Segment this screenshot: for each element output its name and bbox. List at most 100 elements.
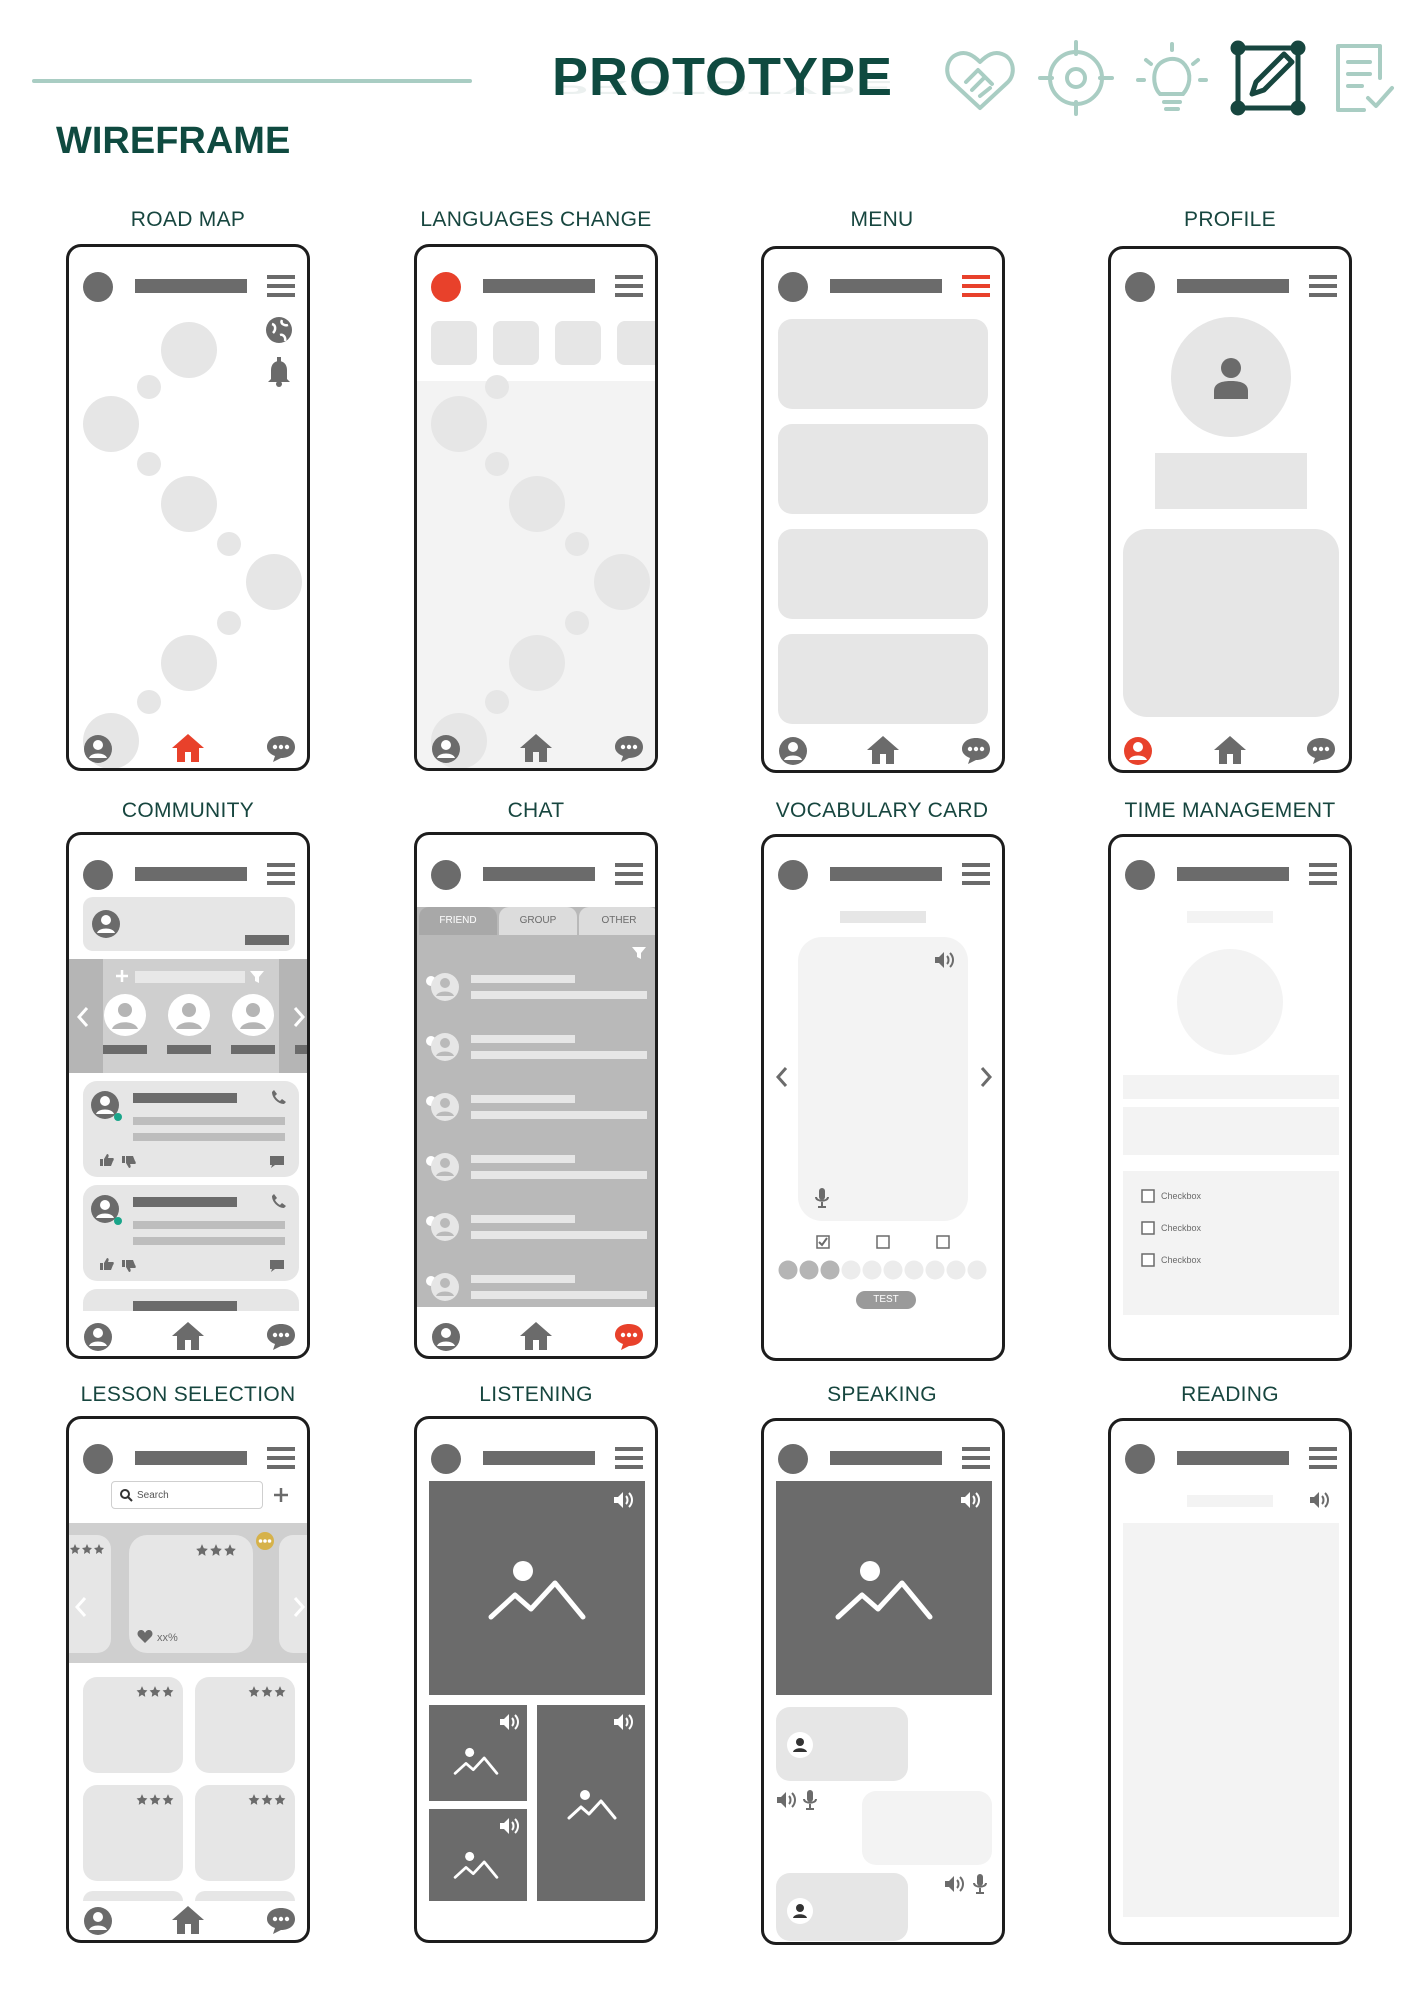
chevron-right-icon[interactable] xyxy=(291,1005,307,1029)
profile-icon[interactable] xyxy=(431,1322,461,1352)
avatar[interactable] xyxy=(1125,860,1155,890)
hamburger-icon[interactable] xyxy=(962,861,990,887)
profile-icon-active[interactable] xyxy=(1123,736,1153,766)
friend-avatar[interactable] xyxy=(167,993,211,1037)
chat-contact-avatar[interactable] xyxy=(425,971,461,1003)
test-button[interactable]: TEST xyxy=(856,1291,916,1309)
avatar-active[interactable] xyxy=(431,272,461,302)
lesson-card[interactable] xyxy=(195,1891,295,1901)
avatar[interactable] xyxy=(83,860,113,890)
hamburger-icon[interactable] xyxy=(615,1445,643,1471)
avatar[interactable] xyxy=(778,272,808,302)
avatar[interactable] xyxy=(1125,1444,1155,1474)
like-icon[interactable] xyxy=(99,1153,115,1167)
chevron-left-icon[interactable] xyxy=(774,1065,790,1089)
chat-contact-avatar[interactable] xyxy=(425,1211,461,1243)
schedule-field[interactable] xyxy=(1123,1107,1339,1155)
profile-icon[interactable] xyxy=(83,1906,113,1936)
chevron-right-icon[interactable] xyxy=(978,1065,994,1089)
menu-item[interactable] xyxy=(778,634,988,724)
filter-icon[interactable] xyxy=(249,969,265,985)
speaker-icon[interactable] xyxy=(960,1491,982,1509)
friend-avatar[interactable] xyxy=(231,993,275,1037)
tab-friend[interactable]: FRIEND xyxy=(419,907,497,935)
hamburger-icon[interactable] xyxy=(1309,861,1337,887)
tab-group[interactable]: GROUP xyxy=(499,907,577,935)
speaker-icon[interactable] xyxy=(499,1817,521,1835)
menu-item[interactable] xyxy=(778,319,988,409)
hamburger-icon-active[interactable] xyxy=(962,273,990,299)
bell-icon[interactable] xyxy=(265,357,293,387)
chevron-right-icon[interactable] xyxy=(291,1595,307,1619)
speaker-icon[interactable] xyxy=(1309,1491,1331,1509)
search-input[interactable] xyxy=(111,1481,263,1509)
chevron-left-icon[interactable] xyxy=(75,1005,91,1029)
hamburger-icon[interactable] xyxy=(962,1445,990,1471)
roadmap-node[interactable] xyxy=(161,476,217,532)
lesson-card[interactable] xyxy=(83,1891,183,1901)
hamburger-icon[interactable] xyxy=(1309,1445,1337,1471)
roadmap-node[interactable] xyxy=(161,635,217,691)
checkbox-checked[interactable] xyxy=(816,1235,830,1249)
chat-icon[interactable] xyxy=(960,736,992,766)
home-icon[interactable] xyxy=(518,1320,554,1352)
checkbox[interactable] xyxy=(1141,1253,1155,1267)
chat-icon[interactable] xyxy=(1305,736,1337,766)
dislike-icon[interactable] xyxy=(121,1259,137,1273)
speaker-icon[interactable] xyxy=(934,951,956,969)
chat-contact-avatar[interactable] xyxy=(425,1031,461,1063)
vocabulary-card[interactable] xyxy=(798,937,968,1221)
chat-icon[interactable] xyxy=(265,1906,297,1936)
home-icon[interactable] xyxy=(865,734,901,766)
checkbox[interactable] xyxy=(936,1235,950,1249)
roadmap-node[interactable] xyxy=(161,322,217,378)
add-icon[interactable] xyxy=(273,1487,289,1503)
home-icon[interactable] xyxy=(170,1904,206,1936)
globe-icon[interactable] xyxy=(264,315,294,345)
chat-icon[interactable] xyxy=(613,734,645,764)
chat-icon-active[interactable] xyxy=(613,1322,645,1352)
profile-icon[interactable] xyxy=(778,736,808,766)
avatar[interactable] xyxy=(1125,272,1155,302)
chat-icon[interactable] xyxy=(265,1322,297,1352)
home-icon[interactable] xyxy=(518,732,554,764)
home-icon[interactable] xyxy=(170,1320,206,1352)
heart-icon[interactable] xyxy=(137,1630,153,1644)
add-friend-icon[interactable] xyxy=(115,969,129,983)
microphone-icon[interactable] xyxy=(802,1789,818,1811)
dislike-icon[interactable] xyxy=(121,1155,137,1169)
hamburger-icon[interactable] xyxy=(267,1445,295,1471)
comment-icon[interactable] xyxy=(269,1259,285,1273)
hamburger-icon[interactable] xyxy=(267,861,295,887)
comment-icon[interactable] xyxy=(269,1155,285,1169)
microphone-icon[interactable] xyxy=(814,1187,830,1209)
friend-avatar[interactable] xyxy=(103,993,147,1037)
menu-item[interactable] xyxy=(778,424,988,514)
roadmap-node[interactable] xyxy=(246,554,302,610)
hamburger-icon[interactable] xyxy=(615,861,643,887)
checkbox[interactable] xyxy=(876,1235,890,1249)
speaker-icon[interactable] xyxy=(944,1875,966,1893)
hamburger-icon[interactable] xyxy=(615,273,643,299)
avatar[interactable] xyxy=(83,1444,113,1474)
language-option[interactable] xyxy=(555,321,601,365)
like-icon[interactable] xyxy=(99,1257,115,1271)
chat-contact-avatar[interactable] xyxy=(425,1271,461,1303)
avatar[interactable] xyxy=(778,1444,808,1474)
hamburger-icon[interactable] xyxy=(1309,273,1337,299)
avatar[interactable] xyxy=(83,272,113,302)
avatar[interactable] xyxy=(778,860,808,890)
home-icon[interactable] xyxy=(170,732,206,764)
language-option[interactable] xyxy=(493,321,539,365)
speaker-icon[interactable] xyxy=(613,1491,635,1509)
filter-icon[interactable] xyxy=(631,945,647,961)
language-option[interactable] xyxy=(617,321,655,365)
avatar[interactable] xyxy=(431,1444,461,1474)
avatar[interactable] xyxy=(431,860,461,890)
checkbox[interactable] xyxy=(1141,1189,1155,1203)
phone-call-icon[interactable] xyxy=(271,1193,287,1209)
menu-item[interactable] xyxy=(778,529,988,619)
profile-icon[interactable] xyxy=(83,734,113,764)
chat-contact-avatar[interactable] xyxy=(425,1091,461,1123)
home-icon[interactable] xyxy=(1212,734,1248,766)
